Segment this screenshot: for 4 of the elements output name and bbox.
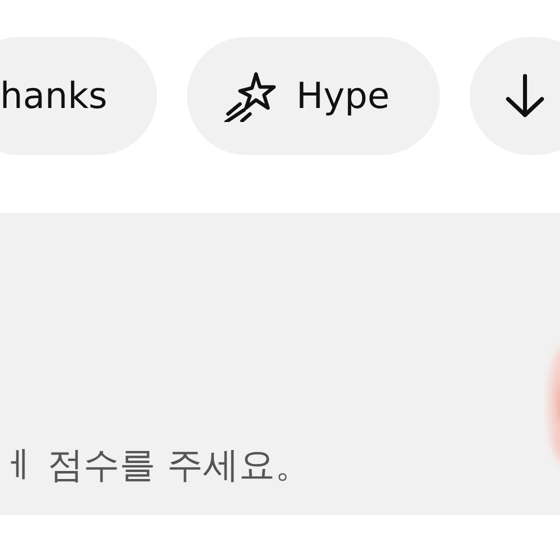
chip-button[interactable]: hanks: [0, 37, 158, 155]
download-button[interactable]: [470, 37, 560, 155]
hype-button[interactable]: Hype: [187, 37, 440, 155]
rating-prompt: ㅔ 점수를 주세요。: [0, 444, 311, 488]
